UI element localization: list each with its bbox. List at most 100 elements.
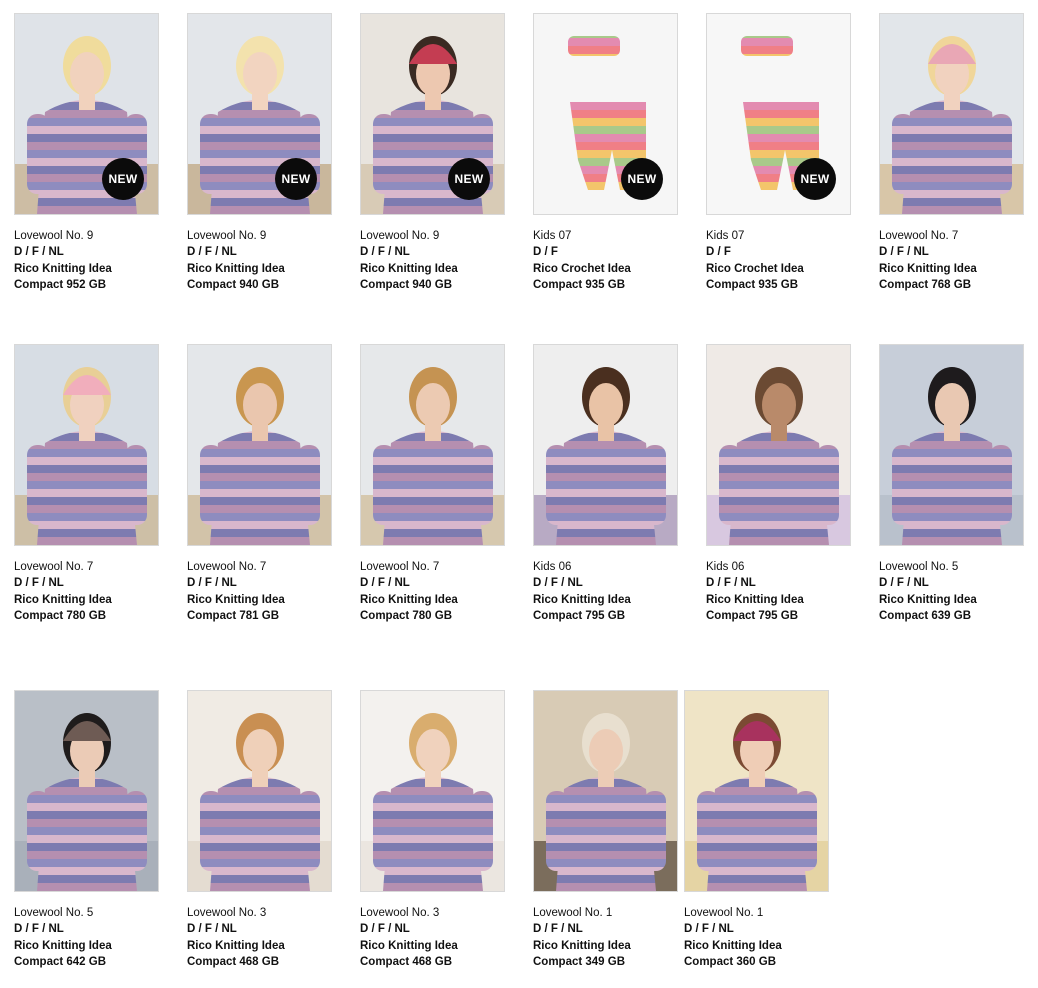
pattern-languages: D / F / NL [706, 577, 756, 590]
pattern-languages: D / F [706, 246, 731, 259]
pattern-idea: Rico Knitting Idea [360, 939, 458, 952]
model-photo [361, 345, 504, 545]
pattern-card[interactable]: NEW Kids 07 D / F Rico Crochet Idea Compact … [706, 13, 851, 293]
pattern-caption: Lovewool No. 3 D / F / NL Rico Knitting Id… [187, 905, 332, 970]
pattern-caption: Kids 06 D / F / NL Rico Knitting Idea Compa… [533, 559, 678, 624]
pattern-thumbnail[interactable] [360, 690, 505, 892]
pattern-caption: Lovewool No. 3 D / F / NL Rico Knitting Id… [360, 905, 505, 970]
pattern-idea: Rico Knitting Idea [533, 939, 631, 952]
pattern-caption: Lovewool No. 9 D / F / NL Rico Knitting Id… [14, 228, 159, 293]
pattern-title: Lovewool No. 3 [187, 907, 267, 919]
pattern-title: Lovewool No. 3 [360, 907, 440, 919]
pattern-title: Lovewool No. 9 [360, 230, 440, 242]
pattern-compact-code: Compact 952 GB [14, 278, 107, 291]
pattern-title: Lovewool No. 5 [14, 907, 94, 919]
pattern-idea: Rico Knitting Idea [879, 262, 977, 275]
model-photo [534, 345, 677, 545]
pattern-idea: Rico Crochet Idea [706, 262, 804, 275]
pattern-languages: D / F / NL [360, 246, 410, 259]
pattern-title: Lovewool No. 1 [684, 907, 764, 919]
pattern-compact-code: Compact 468 GB [360, 955, 453, 968]
pattern-card[interactable]: Kids 06 D / F / NL Rico Knitting Idea Compa… [706, 344, 851, 624]
pattern-languages: D / F [533, 246, 558, 259]
pattern-thumbnail[interactable] [187, 344, 332, 546]
new-badge: NEW [621, 158, 663, 200]
pattern-languages: D / F / NL [187, 577, 237, 590]
pattern-compact-code: Compact 935 GB [706, 278, 799, 291]
pattern-caption: Lovewool No. 9 D / F / NL Rico Knitting Id… [360, 228, 505, 293]
model-photo [534, 691, 677, 891]
pattern-thumbnail[interactable] [187, 690, 332, 892]
pattern-card[interactable]: Lovewool No. 5 D / F / NL Rico Knitting Id… [14, 690, 159, 970]
pattern-thumbnail[interactable] [533, 344, 678, 546]
new-badge: NEW [794, 158, 836, 200]
pattern-thumbnail[interactable] [360, 344, 505, 546]
pattern-compact-code: Compact 639 GB [879, 609, 972, 622]
model-photo [880, 345, 1023, 545]
pattern-card[interactable]: NEW Lovewool No. 9 D / F / NL Rico Knitting… [187, 13, 332, 293]
pattern-thumbnail[interactable]: NEW [533, 13, 678, 215]
pattern-thumbnail[interactable] [14, 344, 159, 546]
pattern-caption: Lovewool No. 1 D / F / NL Rico Knitting Id… [684, 905, 829, 970]
pattern-compact-code: Compact 768 GB [879, 278, 972, 291]
pattern-card[interactable]: NEW Kids 07 D / F Rico Crochet Idea Compact … [533, 13, 678, 293]
pattern-title: Kids 06 [533, 561, 572, 573]
pattern-idea: Rico Knitting Idea [879, 593, 977, 606]
pattern-idea: Rico Knitting Idea [360, 593, 458, 606]
pattern-card[interactable]: Lovewool No. 1 D / F / NL Rico Knitting Id… [684, 690, 829, 970]
pattern-idea: Rico Knitting Idea [14, 262, 112, 275]
pattern-card[interactable]: NEW Lovewool No. 9 D / F / NL Rico Knitting… [14, 13, 159, 293]
pattern-thumbnail[interactable] [533, 690, 678, 892]
pattern-card[interactable]: Lovewool No. 3 D / F / NL Rico Knitting Id… [360, 690, 505, 970]
pattern-title: Lovewool No. 5 [879, 561, 959, 573]
pattern-idea: Rico Knitting Idea [706, 593, 804, 606]
pattern-languages: D / F / NL [14, 923, 64, 936]
pattern-card[interactable]: Lovewool No. 7 D / F / NL Rico Knitting Id… [879, 13, 1024, 293]
pattern-caption: Kids 07 D / F Rico Crochet Idea Compact 935… [706, 228, 851, 293]
pattern-caption: Kids 07 D / F Rico Crochet Idea Compact 935… [533, 228, 678, 293]
pattern-thumbnail[interactable]: NEW [360, 13, 505, 215]
pattern-compact-code: Compact 940 GB [360, 278, 453, 291]
pattern-title: Kids 07 [533, 230, 572, 242]
pattern-thumbnail[interactable]: NEW [706, 13, 851, 215]
pattern-idea: Rico Knitting Idea [187, 262, 285, 275]
pattern-title: Lovewool No. 9 [14, 230, 94, 242]
pattern-thumbnail[interactable] [684, 690, 829, 892]
pattern-thumbnail[interactable]: NEW [14, 13, 159, 215]
pattern-thumbnail[interactable] [879, 13, 1024, 215]
pattern-thumbnail[interactable] [14, 690, 159, 892]
pattern-languages: D / F / NL [684, 923, 734, 936]
pattern-caption: Lovewool No. 5 D / F / NL Rico Knitting Id… [879, 559, 1024, 624]
pattern-compact-code: Compact 795 GB [706, 609, 799, 622]
pattern-compact-code: Compact 642 GB [14, 955, 107, 968]
pattern-languages: D / F / NL [360, 923, 410, 936]
pattern-card[interactable]: Lovewool No. 7 D / F / NL Rico Knitting Id… [187, 344, 332, 624]
pattern-card[interactable]: Kids 06 D / F / NL Rico Knitting Idea Compa… [533, 344, 678, 624]
pattern-title: Lovewool No. 9 [187, 230, 267, 242]
pattern-title: Lovewool No. 7 [187, 561, 267, 573]
pattern-card[interactable]: NEW Lovewool No. 9 D / F / NL Rico Knitting… [360, 13, 505, 293]
pattern-title: Lovewool No. 1 [533, 907, 613, 919]
pattern-title: Kids 06 [706, 561, 745, 573]
pattern-card[interactable]: Lovewool No. 7 D / F / NL Rico Knitting Id… [360, 344, 505, 624]
pattern-title: Lovewool No. 7 [14, 561, 94, 573]
pattern-compact-code: Compact 781 GB [187, 609, 280, 622]
pattern-caption: Kids 06 D / F / NL Rico Knitting Idea Compa… [706, 559, 851, 624]
pattern-card[interactable]: Lovewool No. 7 D / F / NL Rico Knitting Id… [14, 344, 159, 624]
pattern-thumbnail[interactable] [879, 344, 1024, 546]
pattern-thumbnail[interactable]: NEW [187, 13, 332, 215]
pattern-caption: Lovewool No. 1 D / F / NL Rico Knitting Id… [533, 905, 678, 970]
new-badge: NEW [448, 158, 490, 200]
pattern-languages: D / F / NL [14, 577, 64, 590]
pattern-card[interactable]: Lovewool No. 5 D / F / NL Rico Knitting Id… [879, 344, 1024, 624]
pattern-compact-code: Compact 360 GB [684, 955, 777, 968]
pattern-card[interactable]: Lovewool No. 3 D / F / NL Rico Knitting Id… [187, 690, 332, 970]
pattern-card[interactable]: Lovewool No. 1 D / F / NL Rico Knitting Id… [533, 690, 678, 970]
pattern-idea: Rico Crochet Idea [533, 262, 631, 275]
new-badge: NEW [102, 158, 144, 200]
pattern-compact-code: Compact 940 GB [187, 278, 280, 291]
pattern-compact-code: Compact 935 GB [533, 278, 626, 291]
pattern-thumbnail[interactable] [706, 344, 851, 546]
pattern-languages: D / F / NL [360, 577, 410, 590]
pattern-caption: Lovewool No. 5 D / F / NL Rico Knitting Id… [14, 905, 159, 970]
